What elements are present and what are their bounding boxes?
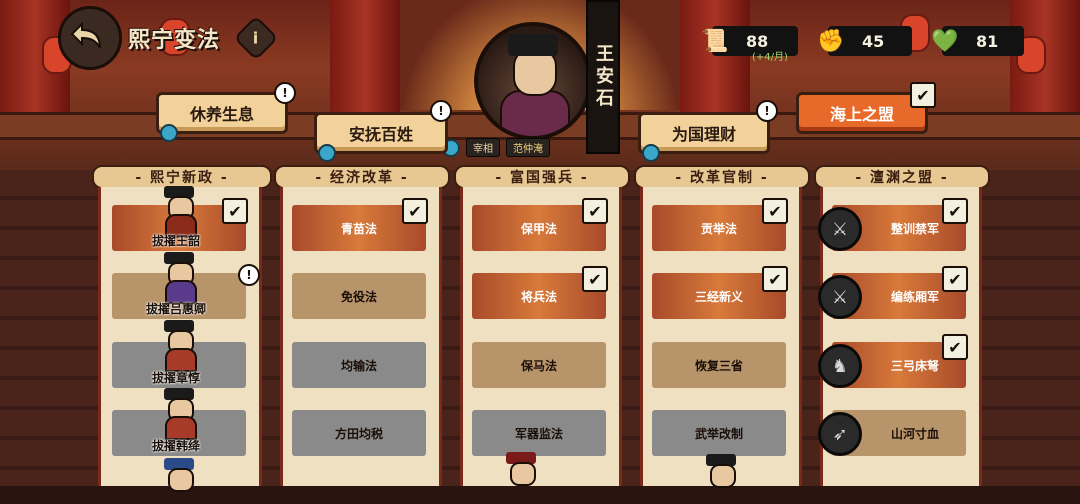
policy-label: 为国理财	[671, 125, 736, 144]
policy-card[interactable]: 保马法	[472, 342, 606, 388]
policy-card[interactable]: 武举改制	[652, 410, 786, 456]
policy-label: 武举改制	[694, 426, 743, 441]
column-header-alliance: - 澶渊之盟 -	[814, 165, 990, 189]
scroll-icon: 📜	[701, 28, 729, 54]
alert-icon: !	[430, 100, 452, 122]
policy-label: 贡举法	[700, 221, 737, 236]
alert-icon: !	[756, 100, 778, 122]
resource-force: ✊ 45	[817, 26, 912, 56]
minister-name: 王安石	[586, 0, 620, 154]
official-portrait	[162, 252, 197, 304]
policy-label: 军器监法	[514, 426, 563, 441]
check-icon: ✔	[942, 266, 968, 292]
check-icon: ✔	[942, 334, 968, 360]
check-icon: ✔	[222, 198, 248, 224]
policy-label: 整训禁军	[890, 221, 939, 236]
check-icon: ✔	[402, 198, 428, 224]
resource-favor: 💚 81	[931, 26, 1024, 56]
policy-label: 均输法	[340, 358, 377, 373]
policy-card[interactable]: 均输法	[292, 342, 426, 388]
check-icon: ✔	[942, 198, 968, 224]
column-header-economy: - 经济改革 -	[274, 165, 450, 189]
official-portrait	[162, 458, 196, 504]
policy-button-alliance[interactable]: 海上之盟	[796, 92, 928, 134]
crossbow-icon: ♞	[818, 344, 862, 388]
resource-income: (+4/月)	[752, 52, 788, 63]
resource-scroll: 📜 88 (+4/月)	[701, 26, 798, 63]
spear-icon: ⚔	[818, 275, 862, 319]
official-portrait	[162, 186, 197, 238]
assistant-name: 范仲淹	[506, 138, 550, 157]
policy-label: 保马法	[520, 358, 557, 373]
policy-label: 方田均税	[334, 426, 383, 441]
back-button[interactable]	[58, 6, 122, 70]
policy-label: 恢复三省	[694, 358, 743, 373]
check-icon: ✔	[910, 82, 936, 108]
gear-icon	[642, 144, 660, 162]
check-icon: ✔	[762, 266, 788, 292]
column-header-officials: - 改革官制 -	[634, 165, 810, 189]
policy-card[interactable]: 军器监法	[472, 410, 606, 456]
policy-label: 拔擢章惇	[152, 371, 201, 385]
curtain-mid-right	[680, 0, 750, 120]
policy-label: 安抚百姓	[348, 125, 413, 144]
check-icon: ✔	[582, 266, 608, 292]
official-portrait	[704, 454, 738, 500]
policy-label: 青苗法	[340, 221, 377, 236]
info-icon: i	[253, 28, 259, 48]
alert-icon: !	[274, 82, 296, 104]
page-title: 熙宁变法	[128, 28, 221, 53]
fist-icon: ✊	[817, 28, 845, 54]
policy-label: 休养生息	[189, 105, 254, 124]
policy-label: 拔擢韩绛	[152, 439, 201, 453]
check-icon: ✔	[582, 198, 608, 224]
policy-label: 将兵法	[520, 289, 557, 304]
policy-label: 三经新义	[694, 289, 743, 304]
heart-coin-icon: 💚	[931, 28, 959, 54]
gear-icon	[160, 124, 178, 142]
minister-robe	[500, 90, 570, 136]
policy-label: 山河寸血	[890, 426, 939, 441]
official-portrait	[162, 320, 197, 372]
policy-label: 保甲法	[520, 221, 557, 236]
general-portrait	[504, 452, 538, 498]
curtain-mid-left	[330, 0, 400, 120]
assistant-role: 宰相	[466, 138, 500, 157]
assistant-info[interactable]: 宰相 范仲淹	[442, 138, 550, 157]
resource-value: 45	[862, 31, 885, 51]
policy-label: 免役法	[340, 289, 377, 304]
minister-hat	[508, 34, 558, 56]
policy-card[interactable]: 恢复三省	[652, 342, 786, 388]
policy-label: 编练厢军	[890, 289, 939, 304]
policy-label: 拔擢吕惠卿	[146, 302, 207, 316]
back-arrow-icon	[70, 21, 101, 49]
alert-icon: !	[238, 264, 260, 286]
policy-card[interactable]: 免役法	[292, 273, 426, 319]
minister-portrait[interactable]	[474, 22, 592, 140]
policy-label: 海上之盟	[829, 105, 894, 124]
resource-value: 81	[976, 31, 999, 51]
official-portrait	[162, 388, 197, 440]
column-header-military: - 富国强兵 -	[454, 165, 630, 189]
policy-label: 三弓床弩	[890, 358, 939, 373]
check-icon: ✔	[762, 198, 788, 224]
policy-label: 拔擢王韶	[152, 234, 201, 248]
soldier-icon: ⚔	[818, 207, 862, 251]
policy-card[interactable]: 方田均税	[292, 410, 426, 456]
gear-icon	[318, 144, 336, 162]
archer-icon: ➶	[818, 412, 862, 456]
